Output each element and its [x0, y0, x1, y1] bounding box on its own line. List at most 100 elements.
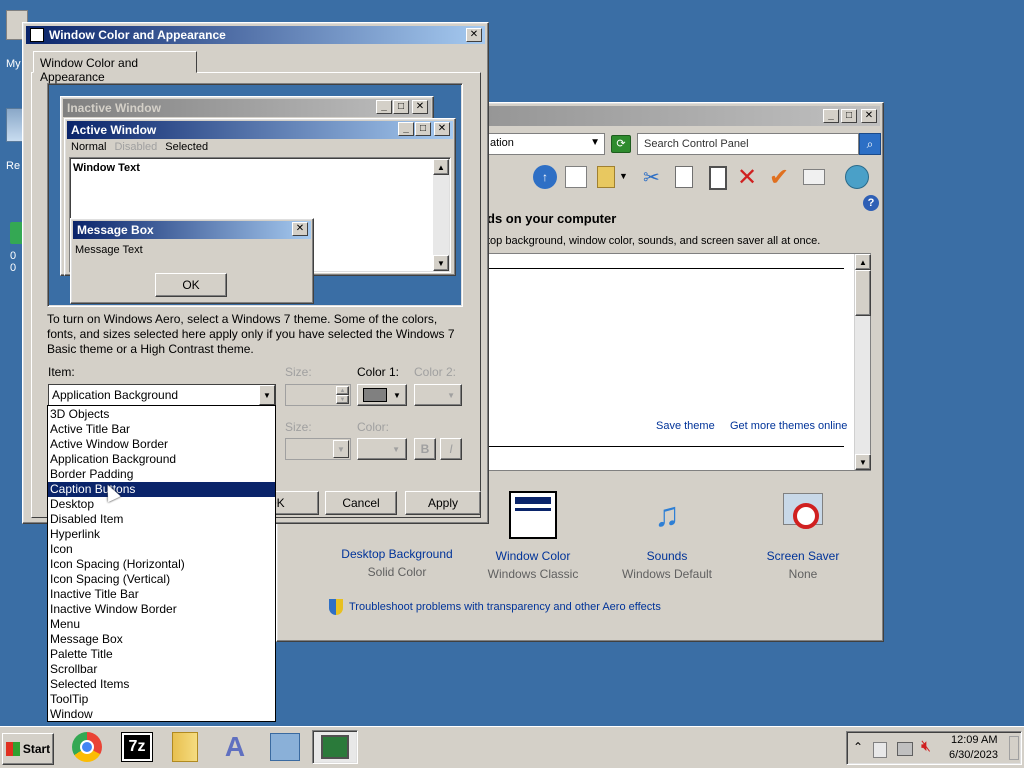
divider [488, 446, 844, 447]
apply-button[interactable]: Apply [405, 491, 481, 515]
item-option[interactable]: Inactive Title Bar [48, 587, 275, 602]
item-label: Item: [48, 365, 75, 379]
search-input[interactable]: Search Control Panel [637, 133, 859, 155]
item-dropdown-list[interactable]: 3D Objects Active Title Bar Active Window … [47, 405, 276, 722]
chrome-icon [72, 732, 102, 762]
font-color-label: Color: [357, 420, 390, 434]
refresh-icon[interactable]: ⟳ [611, 135, 631, 153]
tab-window-color[interactable]: Window Color and Appearance [33, 51, 197, 84]
start-button[interactable]: Start [2, 733, 54, 765]
delete-icon[interactable]: ✕ [737, 163, 757, 192]
preview-active-title: Active Window [71, 123, 157, 137]
checkmark-icon[interactable]: ✔ [769, 163, 789, 192]
address-text: ation [490, 137, 514, 149]
item-option[interactable]: Window [48, 707, 275, 722]
up-icon[interactable]: ↑ [533, 165, 557, 189]
item-option[interactable]: Disabled Item [48, 512, 275, 527]
item-option[interactable]: Active Title Bar [48, 422, 275, 437]
clock-date[interactable]: 6/30/2023 [949, 749, 998, 761]
maximize-button[interactable]: □ [841, 109, 857, 123]
themes-scrollbar[interactable]: ▲ ▼ [854, 254, 871, 470]
scroll-down-button[interactable]: ▼ [855, 454, 871, 470]
cancel-button[interactable]: Cancel [325, 491, 397, 515]
windows-logo-icon [5, 742, 20, 756]
font-color-button[interactable]: ▼ [357, 438, 407, 460]
item-option[interactable]: Hyperlink [48, 527, 275, 542]
item-option[interactable]: Selected Items [48, 677, 275, 692]
preview-msgbox-ok-label: OK [182, 278, 200, 292]
item-option[interactable]: 3D Objects [48, 407, 275, 422]
color2-button[interactable]: ▼ [414, 384, 462, 406]
folder-icon [172, 732, 198, 762]
italic-button[interactable]: I [440, 438, 462, 460]
item-option[interactable]: Menu [48, 617, 275, 632]
panel-icon[interactable] [565, 166, 587, 188]
close-icon: ✕ [292, 222, 308, 236]
troubleshoot-text: Troubleshoot problems with transparency … [349, 601, 661, 613]
taskbar-control-panel[interactable] [262, 730, 308, 764]
minimize-icon: _ [398, 122, 414, 136]
item-option[interactable]: Palette Title [48, 647, 275, 662]
themes-list[interactable]: Save theme Get more themes online ▲ ▼ [487, 253, 871, 471]
window-color-item[interactable]: Window Color Windows Classic [473, 491, 593, 581]
cut-icon[interactable]: ✂ [643, 165, 660, 190]
show-desktop-button[interactable] [1009, 736, 1019, 760]
more-themes-link[interactable]: Get more themes online [730, 420, 847, 432]
dialog-title: Window Color and Appearance [49, 28, 226, 42]
font-size-combo[interactable]: ▼ [285, 438, 351, 460]
item-option[interactable]: Active Window Border [48, 437, 275, 452]
help-icon[interactable]: ? [863, 195, 879, 211]
save-theme-link[interactable]: Save theme [656, 420, 715, 432]
taskbar-display-active[interactable] [312, 730, 358, 764]
network-icon[interactable] [897, 742, 913, 756]
item-option[interactable]: Scrollbar [48, 662, 275, 677]
minimize-button[interactable]: _ [823, 109, 839, 123]
volume-muted-icon[interactable]: 🔇︎ [921, 738, 931, 756]
preview-window-text: Window Text [73, 162, 140, 174]
bold-button[interactable]: B [414, 438, 436, 460]
item-option[interactable]: Inactive Window Border [48, 602, 275, 617]
clock-time[interactable]: 12:09 AM [951, 734, 997, 746]
item-option[interactable]: ToolTip [48, 692, 275, 707]
world-icon[interactable] [845, 165, 869, 189]
close-button[interactable]: ✕ [861, 109, 877, 123]
scroll-thumb[interactable] [855, 270, 871, 316]
scroll-up-icon: ▲ [433, 159, 449, 175]
views-dropdown-icon[interactable]: ▼ [619, 171, 628, 181]
item-combo[interactable]: Application Background ▼ [48, 384, 276, 406]
folder-options-icon[interactable] [597, 166, 615, 188]
size-spinner[interactable]: ▲ ▼ [285, 384, 351, 406]
item-option[interactable]: Desktop [48, 497, 275, 512]
troubleshoot-link[interactable]: Troubleshoot problems with transparency … [329, 599, 661, 615]
color1-button[interactable]: ▼ [357, 384, 407, 406]
preview-inactive-title: Inactive Window [67, 101, 161, 115]
item-option[interactable]: Border Padding [48, 467, 275, 482]
taskbar-chrome[interactable] [64, 730, 110, 764]
scroll-up-button[interactable]: ▲ [855, 254, 871, 270]
item-option[interactable]: Icon Spacing (Vertical) [48, 572, 275, 587]
taskbar-app-a[interactable]: A [212, 730, 258, 764]
taskbar-explorer[interactable] [162, 730, 208, 764]
taskbar-7zip[interactable]: 7z [114, 730, 160, 764]
properties-icon[interactable] [803, 169, 825, 185]
paste-icon[interactable] [709, 166, 727, 190]
address-bar[interactable]: ation ▼ [487, 133, 605, 155]
dialog-close-button[interactable]: ✕ [466, 28, 482, 42]
item-option[interactable]: Application Background [48, 452, 275, 467]
item-option[interactable]: Message Box [48, 632, 275, 647]
item-option[interactable]: Icon [48, 542, 275, 557]
action-center-icon[interactable] [873, 742, 887, 758]
item-combo-dropdown-icon[interactable]: ▼ [259, 385, 275, 405]
address-dropdown-icon[interactable]: ▼ [590, 137, 600, 148]
info-text: To turn on Windows Aero, select a Window… [47, 312, 455, 356]
preview-active-titlebar: Active Window _ □ ✕ [67, 121, 453, 139]
sounds-item[interactable]: ♫ Sounds Windows Default [607, 491, 727, 581]
tray-expand-icon[interactable]: ⌃ [853, 740, 863, 754]
preview-message-box: Message Box ✕ Message Text OK [70, 218, 314, 304]
screen-saver-item[interactable]: Screen Saver None [743, 491, 863, 581]
close-icon: ✕ [412, 100, 428, 114]
copy-icon[interactable] [675, 166, 693, 188]
search-icon[interactable]: ⌕ [859, 133, 881, 155]
item-option[interactable]: Caption Buttons [48, 482, 275, 497]
item-option[interactable]: Icon Spacing (Horizontal) [48, 557, 275, 572]
